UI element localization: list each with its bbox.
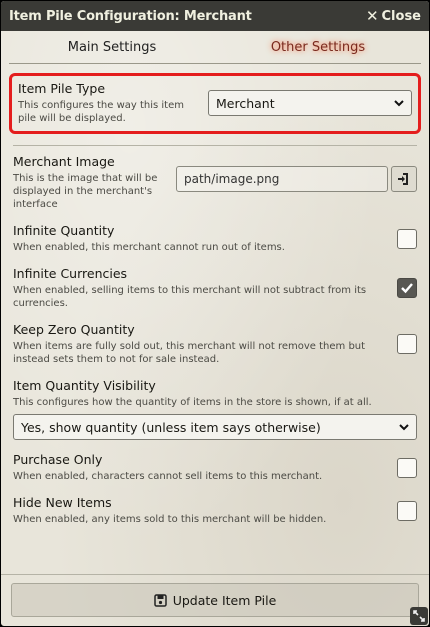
infinite-quantity-setting: Infinite Quantity When enabled, this mer… <box>9 217 421 260</box>
quantity-visibility-select[interactable]: Yes, show quantity (unless item says oth… <box>13 414 417 440</box>
tab-other-settings[interactable]: Other Settings <box>215 40 421 55</box>
infinite-currencies-label: Infinite Currencies <box>13 266 128 281</box>
keep-zero-quantity-setting: Keep Zero Quantity When items are fully … <box>9 316 421 372</box>
save-icon <box>153 593 167 607</box>
merchant-image-setting: Merchant Image This is the image that wi… <box>9 146 421 217</box>
close-icon: ✕ <box>365 6 379 25</box>
pile-type-label: Item Pile Type <box>18 81 106 96</box>
update-item-pile-label: Update Item Pile <box>172 592 277 608</box>
file-picker-button[interactable] <box>391 165 417 192</box>
tab-main-settings[interactable]: Main Settings <box>9 40 215 55</box>
quantity-visibility-setting: Item Quantity Visibility This configures… <box>9 372 421 446</box>
quantity-visibility-label: Item Quantity Visibility <box>13 378 156 393</box>
pile-type-select[interactable]: Merchant <box>208 90 412 116</box>
check-icon <box>401 283 413 294</box>
close-label: Close <box>381 8 421 24</box>
window-title: Item Pile Configuration: Merchant <box>9 8 252 24</box>
hide-new-items-label: Hide New Items <box>13 495 112 510</box>
keep-zero-quantity-label: Keep Zero Quantity <box>13 322 135 337</box>
pile-type-hint: This configures the way this item pile w… <box>18 100 184 124</box>
infinite-currencies-setting: Infinite Currencies When enabled, sellin… <box>9 260 421 316</box>
purchase-only-checkbox[interactable] <box>397 457 417 478</box>
keep-zero-quantity-checkbox[interactable] <box>397 334 417 354</box>
pile-type-value: Merchant <box>216 95 275 111</box>
file-picker-icon <box>398 172 408 185</box>
hide-new-items-checkbox[interactable] <box>397 500 417 521</box>
hide-new-items-setting: Hide New Items When enabled, any items s… <box>9 489 421 532</box>
settings-tabs: Main Settings Other Settings <box>9 31 421 64</box>
infinite-quantity-label: Infinite Quantity <box>13 223 115 238</box>
infinite-quantity-hint: When enabled, this merchant cannot run o… <box>13 242 285 253</box>
infinite-quantity-checkbox[interactable] <box>397 228 417 249</box>
keep-zero-quantity-hint: When items are fully sold out, this merc… <box>13 341 366 365</box>
infinite-currencies-checkbox[interactable] <box>397 278 417 298</box>
settings-form: Item Pile Type This configures the way t… <box>1 73 429 532</box>
hide-new-items-hint: When enabled, any items sold to this mer… <box>13 514 327 525</box>
chevron-down-icon <box>399 424 409 431</box>
merchant-image-label: Merchant Image <box>13 154 115 169</box>
quantity-visibility-hint: This configures how the quantity of item… <box>13 397 372 408</box>
infinite-currencies-hint: When enabled, selling items to this merc… <box>13 285 367 309</box>
form-footer: Update Item Pile <box>1 574 429 626</box>
purchase-only-label: Purchase Only <box>13 452 103 467</box>
chevron-down-icon <box>394 100 404 107</box>
merchant-image-hint: This is the image that will be displayed… <box>13 173 158 210</box>
quantity-visibility-value: Yes, show quantity (unless item says oth… <box>21 419 321 435</box>
resize-handle[interactable] <box>410 607 428 625</box>
window-titlebar[interactable]: Item Pile Configuration: Merchant ✕ Clos… <box>1 1 429 31</box>
update-item-pile-button[interactable]: Update Item Pile <box>11 583 419 617</box>
close-button[interactable]: ✕ Close <box>365 6 421 25</box>
resize-icon <box>413 610 425 622</box>
purchase-only-setting: Purchase Only When enabled, characters c… <box>9 446 421 489</box>
merchant-image-input[interactable]: path/image.png <box>176 165 388 192</box>
config-window: Item Pile Configuration: Merchant ✕ Clos… <box>0 0 430 627</box>
pile-type-highlight: Item Pile Type This configures the way t… <box>9 73 421 134</box>
purchase-only-hint: When enabled, characters cannot sell ite… <box>13 471 323 482</box>
pile-type-setting: Item Pile Type This configures the way t… <box>14 79 416 127</box>
